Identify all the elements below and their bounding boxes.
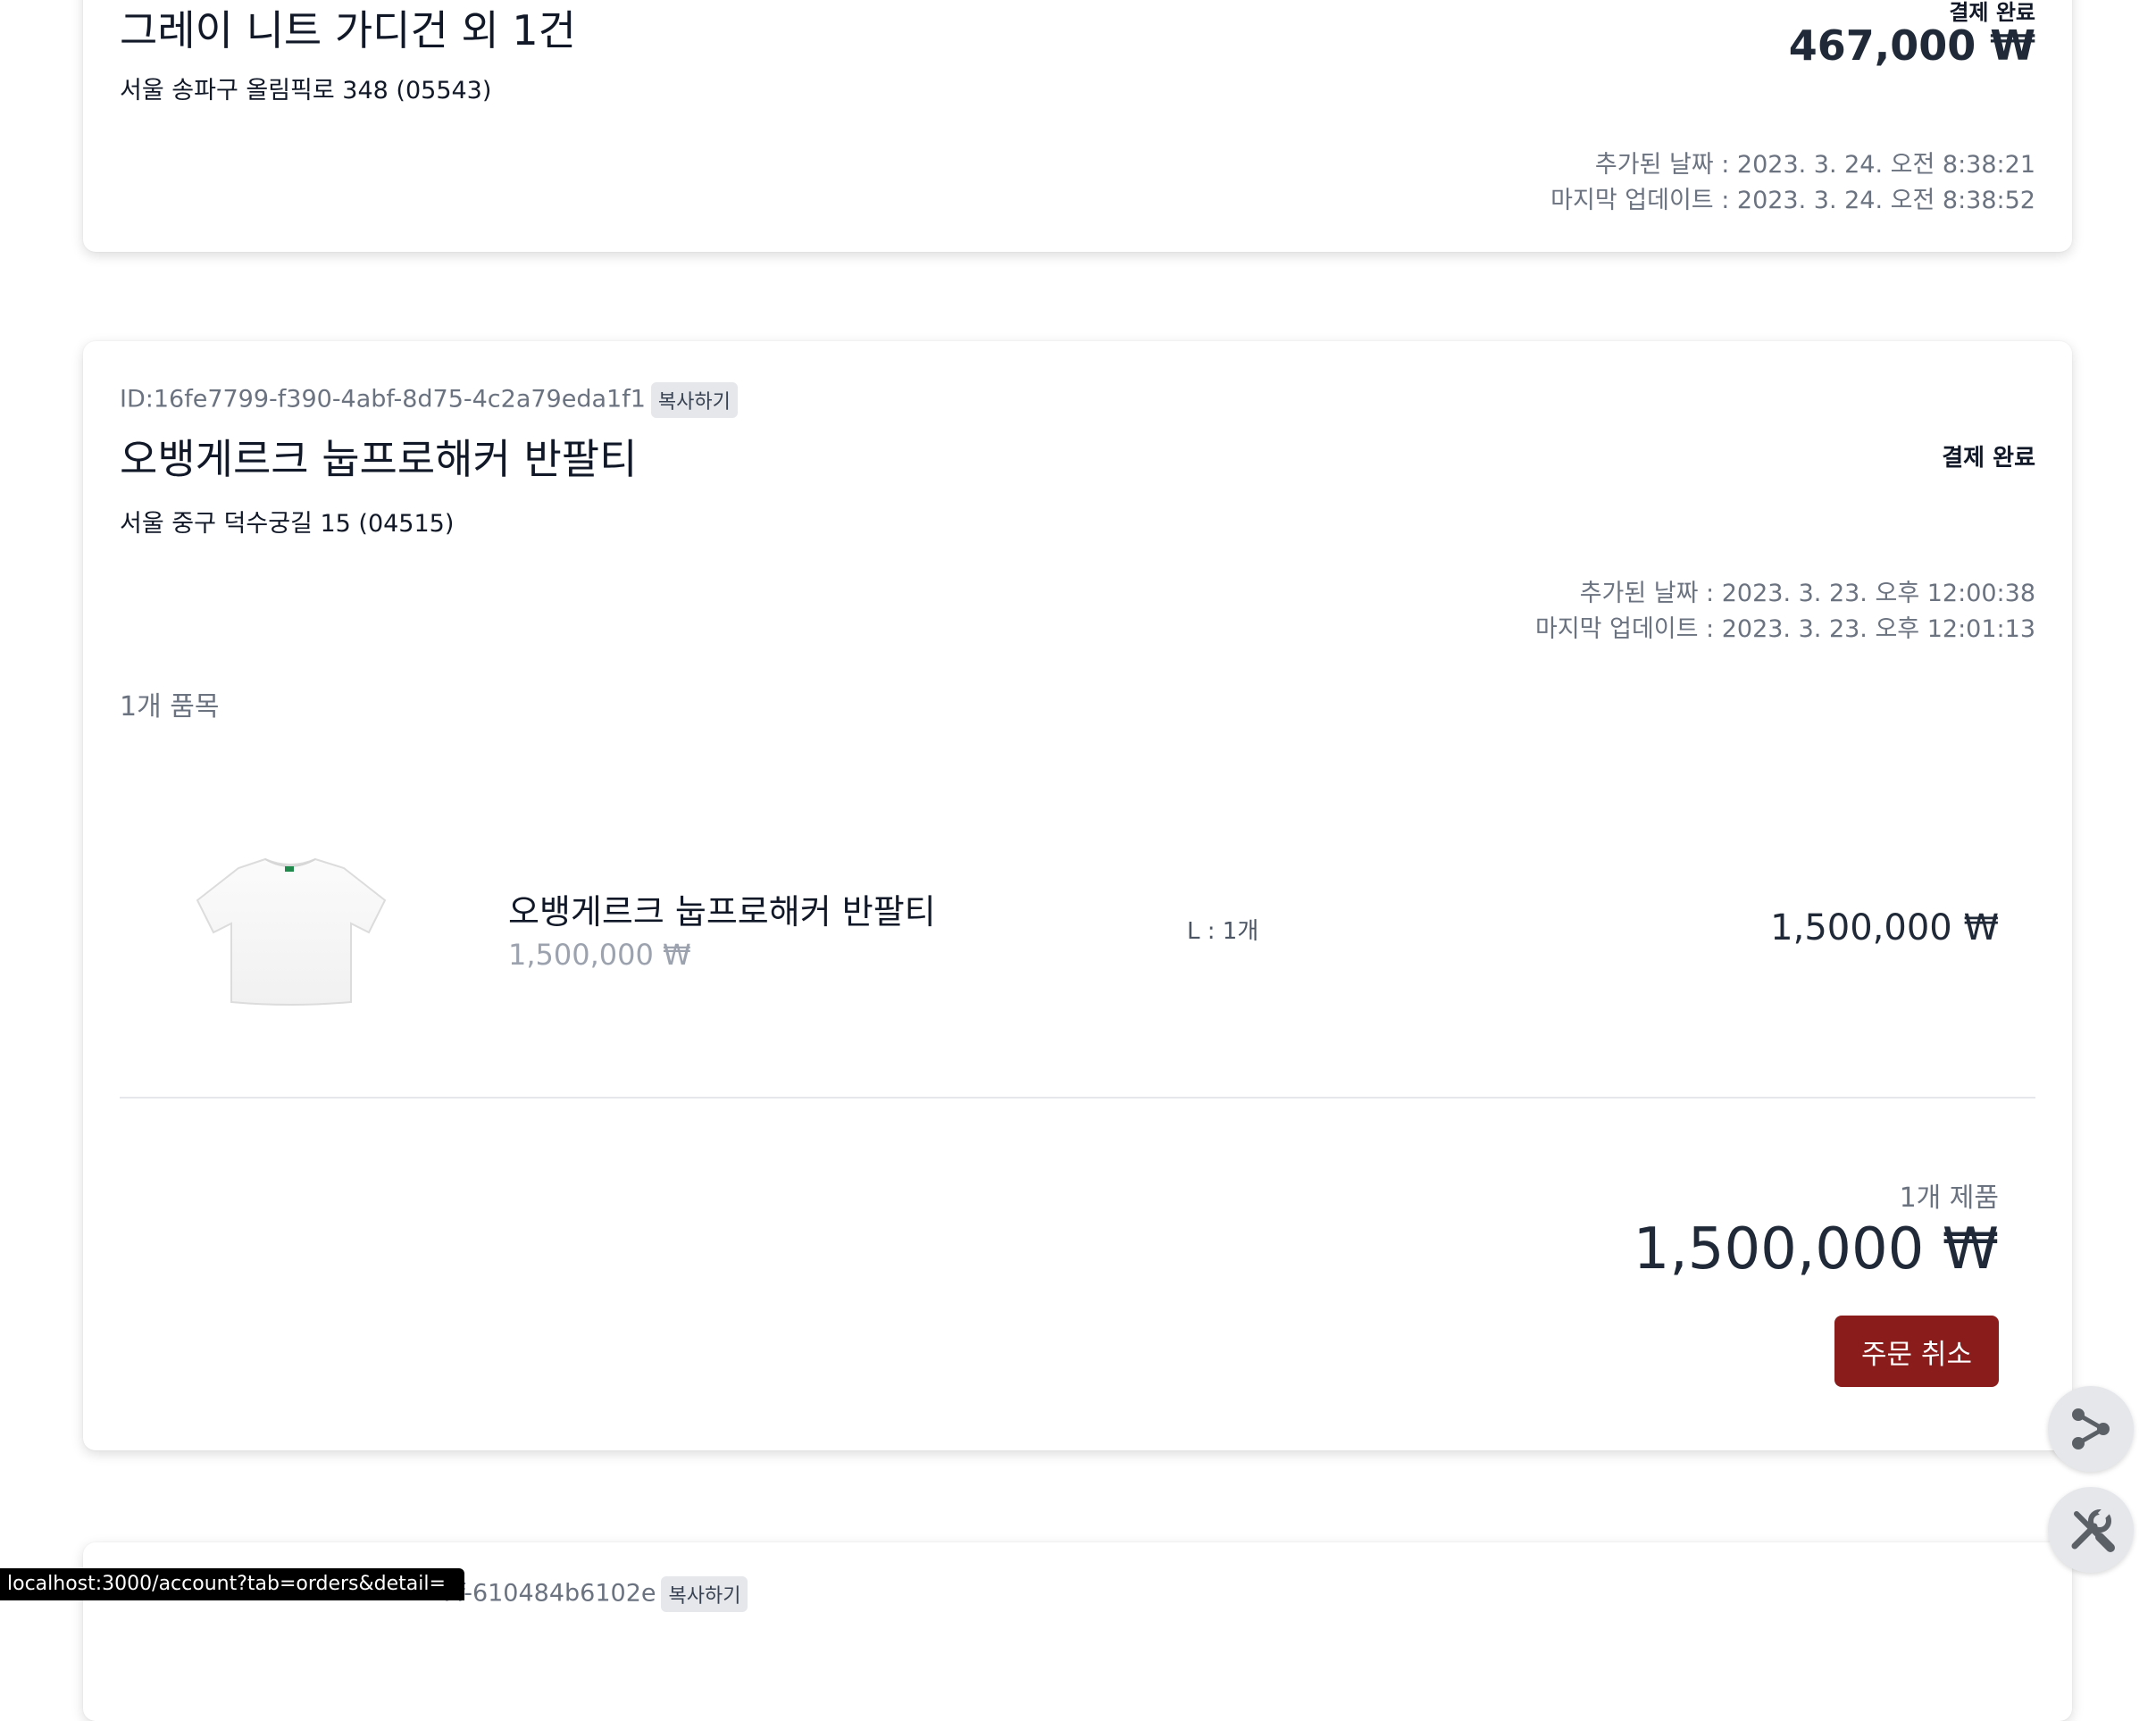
cancel-order-button[interactable]: 주문 취소 xyxy=(1834,1316,1999,1387)
order-total: 467,000 ₩ xyxy=(1788,21,2035,70)
grand-total: 1,500,000 ₩ xyxy=(1633,1216,1999,1282)
order-address: 서울 송파구 올림픽로 348 (05543) xyxy=(120,77,492,104)
order-id-row: ID:16fe7799-f390-4abf-8d75-4c2a79eda1f1 복… xyxy=(120,382,738,418)
order-status: 결제 완료 xyxy=(1942,445,2035,472)
order-title: 오뱅게르크 눕프로해커 반팔티 xyxy=(120,435,638,483)
order-updated-date: 마지막 업데이트 : 2023. 3. 23. 오후 12:01:13 xyxy=(1535,615,2035,643)
copy-id-button[interactable]: 복사하기 xyxy=(661,1576,748,1612)
link-status-bar: localhost:3000/account?tab=orders&detail… xyxy=(0,1568,464,1600)
order-card: 결제 완료 그레이 니트 가디건 외 1건 467,000 ₩ 서울 송파구 올… xyxy=(83,0,2072,252)
item-unit-price: 1,500,000 ₩ xyxy=(508,938,691,972)
divider xyxy=(120,1097,2035,1099)
share-button[interactable] xyxy=(2048,1386,2134,1472)
order-id: ID:16fe7799-f390-4abf-8d75-4c2a79eda1f1 xyxy=(120,385,646,414)
item-option: L : 1개 xyxy=(1187,918,1259,945)
tools-icon xyxy=(2071,1506,2115,1552)
order-added-date: 추가된 날짜 : 2023. 3. 23. 오후 12:00:38 xyxy=(1579,580,2035,607)
order-id: 7f-610484b6102e xyxy=(441,1579,656,1608)
tools-button[interactable] xyxy=(2048,1487,2134,1573)
order-added-date: 추가된 날짜 : 2023. 3. 24. 오전 8:38:21 xyxy=(1594,151,2035,179)
item-name[interactable]: 오뱅게르크 눕프로해커 반팔티 xyxy=(508,884,936,933)
order-updated-date: 마지막 업데이트 : 2023. 3. 24. 오전 8:38:52 xyxy=(1550,187,2035,214)
product-image[interactable] xyxy=(190,850,391,1007)
item-total: 1,500,000 ₩ xyxy=(1770,907,1999,948)
order-title: 그레이 니트 가디건 외 1건 xyxy=(120,6,576,54)
order-card: ID:16fe7799-f390-4abf-8d75-4c2a79eda1f1 복… xyxy=(83,341,2072,1450)
share-icon xyxy=(2072,1408,2110,1449)
order-address: 서울 중구 덕수궁길 15 (04515) xyxy=(120,510,455,538)
product-count: 1개 제품 xyxy=(1899,1182,1999,1214)
copy-id-button[interactable]: 복사하기 xyxy=(650,382,738,418)
item-count: 1개 품목 xyxy=(120,691,220,723)
